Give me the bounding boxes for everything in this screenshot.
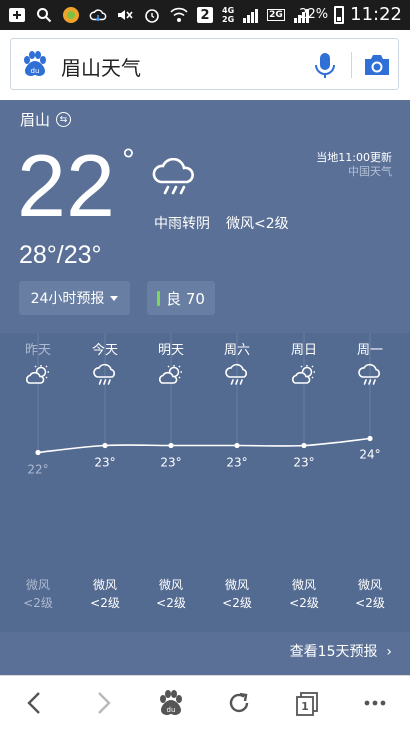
low-temp-label: 24° — [359, 448, 380, 462]
air-quality-badge[interactable]: 良 70 — [147, 281, 215, 315]
sim-badge: 2 — [197, 7, 213, 23]
camera-icon[interactable] — [362, 52, 392, 78]
hourly-forecast-button[interactable]: 24小时预报 — [19, 281, 130, 315]
signal-strength-a-icon — [243, 7, 259, 23]
city-name: 眉山 — [20, 111, 51, 129]
low-temp-point — [301, 442, 307, 449]
baidu-paw-logo-icon[interactable]: du — [21, 50, 49, 78]
temperature-range: 28°/23° — [19, 241, 102, 269]
low-temp-line — [37, 437, 371, 454]
mute-icon — [116, 6, 134, 24]
chevron-down-icon — [110, 295, 119, 301]
six-day-forecast: 昨天32°22°微风<2级今天28°23°微风<2级明天32°23°微风<2级周… — [0, 333, 410, 632]
svg-text:du: du — [31, 67, 40, 75]
rain-icon — [358, 363, 380, 385]
degree-symbol: ° — [122, 142, 135, 178]
low-temp-label: 23° — [293, 456, 314, 470]
low-temp-point — [234, 442, 240, 449]
wifi-icon — [170, 6, 188, 24]
more-menu-icon[interactable] — [360, 688, 390, 718]
alarm-icon — [143, 6, 161, 24]
network-type-a: 4G 2G — [222, 6, 235, 24]
wind-label: 微风 — [93, 578, 117, 592]
wind-label: 微风 — [26, 578, 50, 592]
day-label: 周日 — [291, 343, 317, 358]
search-query: 眉山天气 — [61, 56, 141, 80]
update-info: 当地11:00更新 中国天气 — [316, 151, 392, 179]
hourly-forecast-label: 24小时预报 — [30, 291, 105, 307]
tabs-button[interactable]: 1 — [292, 688, 322, 718]
day-label: 明天 — [158, 343, 184, 358]
battery-icon — [334, 5, 345, 24]
wind-level: 微风<2级 — [226, 216, 289, 232]
clock: 11:22 — [350, 4, 402, 25]
refresh-icon[interactable] — [224, 688, 254, 718]
microphone-icon[interactable] — [313, 51, 337, 79]
search-notification-icon — [35, 6, 53, 24]
fifteen-day-link[interactable]: 查看15天预报 › — [290, 641, 392, 661]
air-quality-indicator — [157, 290, 161, 306]
city-switcher[interactable]: 眉山 ⇆ — [20, 109, 72, 130]
wind-level-label: <2级 — [23, 596, 53, 610]
rain-icon — [152, 158, 194, 195]
wind-level-label: <2级 — [90, 596, 120, 610]
day-label: 今天 — [92, 342, 118, 358]
rain-icon — [225, 363, 247, 385]
low-temp-label: 23° — [226, 456, 247, 470]
current-temperature: 22 — [17, 136, 115, 235]
battery-percent: 22% — [299, 7, 329, 22]
wind-level-label: <2级 — [355, 596, 385, 610]
low-temp-point — [367, 435, 373, 442]
search-bar-area: du 眉山天气 — [0, 30, 410, 100]
browser-toolbar: du 1 — [0, 675, 410, 730]
weather-source: 中国天气 — [348, 165, 392, 178]
status-bar: 2 4G 2G 2G 22% 11:22 — [0, 0, 410, 30]
wind-level-label: <2级 — [156, 596, 186, 610]
search-input[interactable]: du 眉山天气 — [10, 38, 399, 90]
search-divider — [351, 52, 352, 78]
forward-arrow-icon[interactable] — [88, 688, 118, 718]
baidu-home-icon[interactable]: du — [156, 688, 186, 718]
day-label: 周六 — [224, 343, 250, 358]
wind-label: 微风 — [292, 578, 316, 592]
low-temp-point — [35, 449, 41, 456]
cloud-notification-icon — [89, 6, 107, 24]
app-notification-icon — [62, 6, 80, 24]
plus-notification-icon — [8, 6, 26, 24]
tab-count: 1 — [301, 699, 309, 713]
fifteen-day-label: 查看15天预报 — [289, 644, 378, 660]
low-temp-label: 23° — [160, 456, 181, 470]
wind-label: 微风 — [225, 578, 249, 592]
network-type-b: 2G — [267, 9, 285, 21]
back-arrow-icon[interactable] — [20, 688, 50, 718]
switch-city-icon[interactable]: ⇆ — [56, 112, 72, 127]
wind-level-label: <2级 — [289, 596, 319, 610]
rain-icon — [93, 363, 115, 385]
wind-label: 微风 — [159, 578, 183, 592]
forecast-chart: 昨天32°22°微风<2级今天28°23°微风<2级明天32°23°微风<2级周… — [23, 333, 385, 610]
low-temp-label: 22° — [27, 463, 48, 477]
chevron-right-icon: › — [381, 644, 392, 660]
low-temp-label: 23° — [94, 456, 115, 470]
weather-card[interactable]: 眉山 ⇆ 22 ° 中雨转阴 微风<2级 当地11:00更新 中国天气 28°/… — [0, 100, 410, 675]
low-temp-point — [168, 442, 174, 449]
wind-label: 微风 — [358, 578, 382, 592]
weather-condition: 中雨转阴 — [154, 216, 210, 232]
air-quality-label: 良 70 — [166, 289, 205, 308]
update-time: 当地11:00更新 — [316, 151, 392, 164]
svg-text:du: du — [167, 706, 176, 714]
day-label: 周一 — [357, 343, 383, 358]
day-label: 昨天 — [25, 343, 51, 358]
low-temp-point — [102, 442, 108, 449]
wind-level-label: <2级 — [222, 596, 252, 610]
